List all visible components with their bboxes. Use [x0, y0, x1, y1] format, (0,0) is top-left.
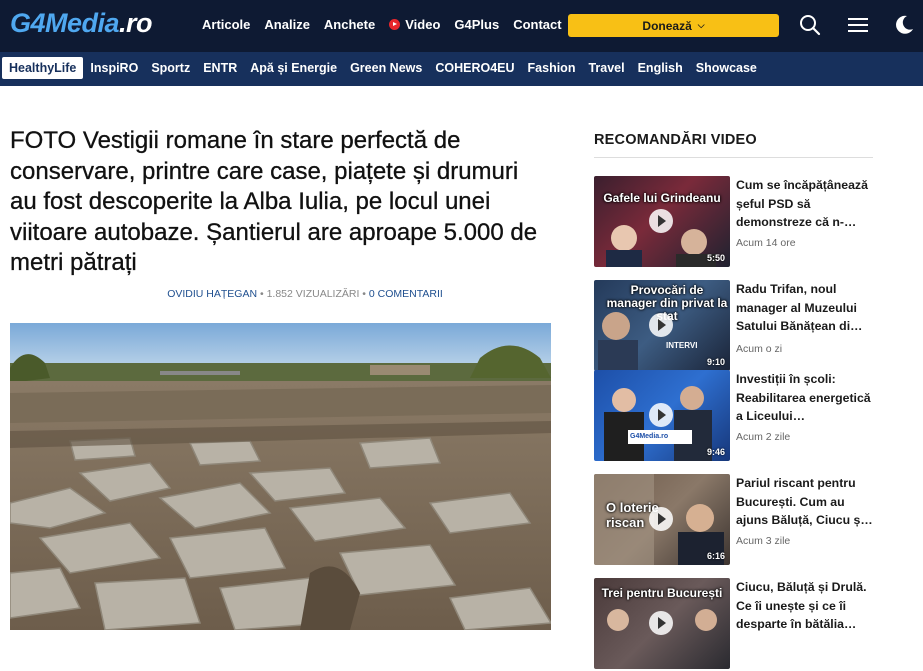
main-nav: Articole Analize Anchete Video G4Plus Co… [202, 17, 576, 32]
sidebar-divider [594, 157, 873, 158]
top-header: G4Media.ro Articole Analize Anchete Vide… [0, 0, 923, 52]
nav-articole[interactable]: Articole [202, 17, 250, 32]
video-thumbnail[interactable]: G4Media.ro 9:46 [594, 370, 730, 461]
dark-mode-moon-icon[interactable] [891, 12, 917, 38]
subnav-item-apă-și-energie[interactable]: Apă și Energie [244, 57, 343, 79]
video-title[interactable]: Pariul riscant pentru București. Cum au … [736, 474, 874, 530]
video-card[interactable]: Trei pentru București Ciucu, Băluță și D… [594, 578, 874, 671]
subnav-item-healthylife[interactable]: HealthyLife [2, 57, 84, 79]
video-duration: 9:46 [706, 447, 725, 457]
subnav-item-green-news[interactable]: Green News [344, 57, 428, 79]
video-duration: 5:50 [706, 253, 725, 263]
video-play-icon [389, 19, 401, 30]
video-title[interactable]: Radu Trifan, noul manager al Muzeului Sa… [736, 280, 874, 336]
comments-link[interactable]: 0 COMENTARII [369, 288, 443, 300]
donate-label: Donează [642, 18, 692, 33]
logo-main-text: G4Media [10, 8, 120, 38]
play-icon [649, 313, 673, 337]
byline-separator: • [362, 288, 366, 300]
subnav-item-cohero4eu[interactable]: COHERO4EU [429, 57, 520, 79]
logo-suffix-text: .ro [119, 8, 153, 38]
video-thumbnail[interactable]: Gafele lui Grindeanu 5:50 [594, 176, 730, 267]
nav-anchete[interactable]: Anchete [324, 17, 375, 32]
subnav-item-entr[interactable]: ENTR [197, 57, 243, 79]
subnav-item-inspiro[interactable]: InspiRO [84, 57, 144, 79]
nav-video[interactable]: Video [389, 17, 440, 32]
donate-button[interactable]: Donează ⌵ [568, 14, 779, 37]
subnav-item-english[interactable]: English [632, 57, 689, 79]
video-time: Acum 2 zile [736, 431, 791, 443]
video-card[interactable]: O loterie riscan 6:16 Pariul riscant pen… [594, 474, 874, 567]
nav-g4plus[interactable]: G4Plus [454, 17, 499, 32]
subnav-item-travel[interactable]: Travel [582, 57, 630, 79]
hero-image-drawing [10, 323, 551, 630]
video-duration: 9:10 [706, 357, 725, 367]
subnav-item-fashion[interactable]: Fashion [522, 57, 582, 79]
video-card[interactable]: Provocări de manager din privat la stat … [594, 280, 874, 373]
video-title[interactable]: Investiții în școli: Reabilitarea energe… [736, 370, 874, 426]
video-time: Acum 14 ore [736, 237, 796, 249]
video-time: Acum o zi [736, 343, 783, 355]
menu-icon[interactable] [845, 12, 871, 38]
thumbnail-caption: G4Media.ro [630, 433, 669, 440]
search-icon[interactable] [797, 12, 823, 38]
site-logo[interactable]: G4Media.ro [10, 8, 153, 39]
video-thumbnail[interactable]: O loterie riscan 6:16 [594, 474, 730, 565]
article-title[interactable]: FOTO Vestigii romane în stare perfectă d… [10, 126, 550, 279]
play-icon [649, 209, 673, 233]
video-thumbnail[interactable]: Trei pentru București [594, 578, 730, 669]
play-icon [649, 611, 673, 635]
thumbnail-caption: Trei pentru București [601, 586, 723, 600]
chevron-down-icon: ⌵ [697, 20, 705, 30]
thumbnail-subcaption: INTERVI [666, 341, 698, 350]
views-count: 1.852 VIZUALIZĂRI [266, 288, 360, 300]
subnav-item-showcase[interactable]: Showcase [690, 57, 763, 79]
secondary-nav: HealthyLife InspiRO Sportz ENTR Apă și Energ… [0, 52, 923, 86]
video-time: Acum 3 zile [736, 535, 791, 547]
video-thumbnail[interactable]: Provocări de manager din privat la stat … [594, 280, 730, 371]
thumbnail-caption: Gafele lui Grindeanu [603, 191, 721, 205]
video-card[interactable]: Gafele lui Grindeanu 5:50 Cum se încăpăț… [594, 176, 874, 269]
video-title[interactable]: Ciucu, Băluță și Drulă. Ce îi unește și … [736, 578, 874, 634]
play-icon [649, 507, 673, 531]
article-byline: OVIDIU HAȚEGAN • 1.852 VIZUALIZĂRI • 0 C… [10, 288, 600, 300]
hero-image-roman-ruins[interactable] [10, 323, 551, 630]
subnav-item-sportz[interactable]: Sportz [145, 57, 196, 79]
author-link[interactable]: OVIDIU HAȚEGAN [167, 288, 257, 300]
nav-contact[interactable]: Contact [513, 17, 561, 32]
nav-analize[interactable]: Analize [264, 17, 310, 32]
video-card[interactable]: G4Media.ro 9:46 Investiții în școli: Rea… [594, 370, 874, 463]
sidebar-title: RECOMANDĂRI VIDEO [594, 132, 757, 148]
nav-video-label: Video [405, 17, 441, 32]
video-duration: 6:16 [706, 551, 725, 561]
byline-separator: • [259, 288, 264, 300]
play-icon [649, 403, 673, 427]
video-title[interactable]: Cum se încăpățânează șeful PSD să demons… [736, 176, 874, 232]
